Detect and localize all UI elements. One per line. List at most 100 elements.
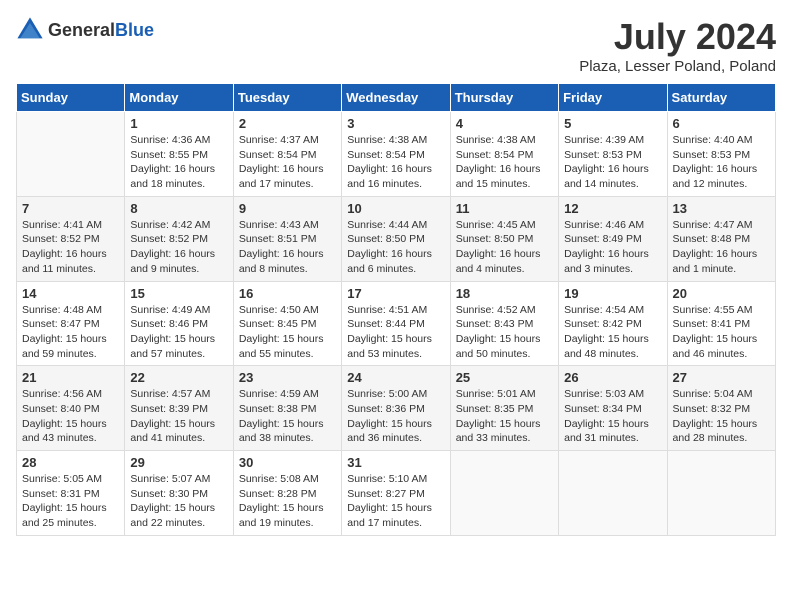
day-info: Sunrise: 5:10 AM Sunset: 8:27 PM Dayligh… bbox=[347, 472, 444, 531]
day-header-sunday: Sunday bbox=[17, 84, 125, 112]
day-info: Sunrise: 4:42 AM Sunset: 8:52 PM Dayligh… bbox=[130, 218, 227, 277]
day-number: 6 bbox=[673, 116, 770, 131]
day-info: Sunrise: 4:47 AM Sunset: 8:48 PM Dayligh… bbox=[673, 218, 770, 277]
calendar-week-row: 28 Sunrise: 5:05 AM Sunset: 8:31 PM Dayli… bbox=[17, 451, 776, 536]
calendar-cell: 23 Sunrise: 4:59 AM Sunset: 8:38 PM Dayli… bbox=[233, 366, 341, 451]
day-number: 8 bbox=[130, 201, 227, 216]
day-info: Sunrise: 4:54 AM Sunset: 8:42 PM Dayligh… bbox=[564, 303, 661, 362]
calendar-cell: 20Sunrise: 4:55 AM Sunset: 8:41 PM Dayli… bbox=[667, 281, 775, 366]
calendar-cell: 29 Sunrise: 5:07 AM Sunset: 8:30 PM Dayli… bbox=[125, 451, 233, 536]
calendar-week-row: 14 Sunrise: 4:48 AM Sunset: 8:47 PM Dayli… bbox=[17, 281, 776, 366]
day-number: 2 bbox=[239, 116, 336, 131]
day-number: 29 bbox=[130, 455, 227, 470]
day-number: 31 bbox=[347, 455, 444, 470]
day-info: Sunrise: 4:36 AM Sunset: 8:55 PM Dayligh… bbox=[130, 133, 227, 192]
calendar-cell bbox=[559, 451, 667, 536]
logo-blue: Blue bbox=[115, 20, 154, 40]
day-info: Sunrise: 4:45 AM Sunset: 8:50 PM Dayligh… bbox=[456, 218, 553, 277]
day-info: Sunrise: 4:59 AM Sunset: 8:38 PM Dayligh… bbox=[239, 387, 336, 446]
day-info: Sunrise: 5:03 AM Sunset: 8:34 PM Dayligh… bbox=[564, 387, 661, 446]
day-info: Sunrise: 4:51 AM Sunset: 8:44 PM Dayligh… bbox=[347, 303, 444, 362]
calendar-header-row: SundayMondayTuesdayWednesdayThursdayFrid… bbox=[17, 84, 776, 112]
logo-text: GeneralBlue bbox=[48, 20, 154, 41]
day-info: Sunrise: 4:37 AM Sunset: 8:54 PM Dayligh… bbox=[239, 133, 336, 192]
day-number: 28 bbox=[22, 455, 119, 470]
day-info: Sunrise: 4:48 AM Sunset: 8:47 PM Dayligh… bbox=[22, 303, 119, 362]
logo-general: General bbox=[48, 20, 115, 40]
calendar-cell: 17 Sunrise: 4:51 AM Sunset: 8:44 PM Dayli… bbox=[342, 281, 450, 366]
calendar-cell: 25 Sunrise: 5:01 AM Sunset: 8:35 PM Dayli… bbox=[450, 366, 558, 451]
day-header-friday: Friday bbox=[559, 84, 667, 112]
day-info: Sunrise: 4:43 AM Sunset: 8:51 PM Dayligh… bbox=[239, 218, 336, 277]
location-title: Plaza, Lesser Poland, Poland bbox=[579, 58, 776, 75]
calendar-cell: 5 Sunrise: 4:39 AM Sunset: 8:53 PM Daylig… bbox=[559, 112, 667, 197]
day-header-thursday: Thursday bbox=[450, 84, 558, 112]
day-number: 25 bbox=[456, 370, 553, 385]
day-number: 10 bbox=[347, 201, 444, 216]
calendar-week-row: 7 Sunrise: 4:41 AM Sunset: 8:52 PM Daylig… bbox=[17, 196, 776, 281]
day-number: 11 bbox=[456, 201, 553, 216]
day-number: 21 bbox=[22, 370, 119, 385]
calendar-cell bbox=[450, 451, 558, 536]
day-info: Sunrise: 5:08 AM Sunset: 8:28 PM Dayligh… bbox=[239, 472, 336, 531]
day-info: Sunrise: 5:07 AM Sunset: 8:30 PM Dayligh… bbox=[130, 472, 227, 531]
calendar-cell: 14 Sunrise: 4:48 AM Sunset: 8:47 PM Dayli… bbox=[17, 281, 125, 366]
day-number: 16 bbox=[239, 286, 336, 301]
day-info: Sunrise: 4:40 AM Sunset: 8:53 PM Dayligh… bbox=[673, 133, 770, 192]
day-info: Sunrise: 4:39 AM Sunset: 8:53 PM Dayligh… bbox=[564, 133, 661, 192]
day-number: 23 bbox=[239, 370, 336, 385]
day-number: 5 bbox=[564, 116, 661, 131]
calendar-cell: 4Sunrise: 4:38 AM Sunset: 8:54 PM Daylig… bbox=[450, 112, 558, 197]
calendar-cell: 24Sunrise: 5:00 AM Sunset: 8:36 PM Dayli… bbox=[342, 366, 450, 451]
day-info: Sunrise: 5:05 AM Sunset: 8:31 PM Dayligh… bbox=[22, 472, 119, 531]
calendar-cell: 7 Sunrise: 4:41 AM Sunset: 8:52 PM Daylig… bbox=[17, 196, 125, 281]
day-number: 14 bbox=[22, 286, 119, 301]
day-number: 22 bbox=[130, 370, 227, 385]
logo-icon bbox=[16, 16, 44, 44]
day-number: 12 bbox=[564, 201, 661, 216]
day-number: 7 bbox=[22, 201, 119, 216]
calendar-cell: 9 Sunrise: 4:43 AM Sunset: 8:51 PM Daylig… bbox=[233, 196, 341, 281]
calendar-cell: 30 Sunrise: 5:08 AM Sunset: 8:28 PM Dayli… bbox=[233, 451, 341, 536]
day-number: 1 bbox=[130, 116, 227, 131]
day-number: 13 bbox=[673, 201, 770, 216]
calendar-cell: 15Sunrise: 4:49 AM Sunset: 8:46 PM Dayli… bbox=[125, 281, 233, 366]
calendar-cell: 31 Sunrise: 5:10 AM Sunset: 8:27 PM Dayli… bbox=[342, 451, 450, 536]
calendar-table: SundayMondayTuesdayWednesdayThursdayFrid… bbox=[16, 83, 776, 536]
day-info: Sunrise: 4:44 AM Sunset: 8:50 PM Dayligh… bbox=[347, 218, 444, 277]
calendar-cell bbox=[667, 451, 775, 536]
calendar-week-row: 1 Sunrise: 4:36 AM Sunset: 8:55 PM Daylig… bbox=[17, 112, 776, 197]
calendar-cell: 8 Sunrise: 4:42 AM Sunset: 8:52 PM Daylig… bbox=[125, 196, 233, 281]
calendar-cell: 16 Sunrise: 4:50 AM Sunset: 8:45 PM Dayli… bbox=[233, 281, 341, 366]
day-info: Sunrise: 4:56 AM Sunset: 8:40 PM Dayligh… bbox=[22, 387, 119, 446]
day-info: Sunrise: 4:38 AM Sunset: 8:54 PM Dayligh… bbox=[347, 133, 444, 192]
page-header: GeneralBlue July 2024 Plaza, Lesser Pola… bbox=[16, 16, 776, 75]
calendar-cell: 2 Sunrise: 4:37 AM Sunset: 8:54 PM Daylig… bbox=[233, 112, 341, 197]
day-number: 9 bbox=[239, 201, 336, 216]
day-number: 3 bbox=[347, 116, 444, 131]
day-header-wednesday: Wednesday bbox=[342, 84, 450, 112]
month-title: July 2024 bbox=[579, 16, 776, 58]
calendar-cell: 18 Sunrise: 4:52 AM Sunset: 8:43 PM Dayli… bbox=[450, 281, 558, 366]
day-info: Sunrise: 4:50 AM Sunset: 8:45 PM Dayligh… bbox=[239, 303, 336, 362]
day-info: Sunrise: 4:41 AM Sunset: 8:52 PM Dayligh… bbox=[22, 218, 119, 277]
day-number: 17 bbox=[347, 286, 444, 301]
calendar-cell: 26Sunrise: 5:03 AM Sunset: 8:34 PM Dayli… bbox=[559, 366, 667, 451]
calendar-cell: 1 Sunrise: 4:36 AM Sunset: 8:55 PM Daylig… bbox=[125, 112, 233, 197]
calendar-cell: 13 Sunrise: 4:47 AM Sunset: 8:48 PM Dayli… bbox=[667, 196, 775, 281]
calendar-cell: 11 Sunrise: 4:45 AM Sunset: 8:50 PM Dayli… bbox=[450, 196, 558, 281]
calendar-cell: 21 Sunrise: 4:56 AM Sunset: 8:40 PM Dayli… bbox=[17, 366, 125, 451]
day-info: Sunrise: 4:52 AM Sunset: 8:43 PM Dayligh… bbox=[456, 303, 553, 362]
day-number: 30 bbox=[239, 455, 336, 470]
day-info: Sunrise: 5:04 AM Sunset: 8:32 PM Dayligh… bbox=[673, 387, 770, 446]
calendar-cell: 28 Sunrise: 5:05 AM Sunset: 8:31 PM Dayli… bbox=[17, 451, 125, 536]
day-header-monday: Monday bbox=[125, 84, 233, 112]
day-number: 24 bbox=[347, 370, 444, 385]
day-info: Sunrise: 4:55 AM Sunset: 8:41 PM Dayligh… bbox=[673, 303, 770, 362]
day-info: Sunrise: 5:01 AM Sunset: 8:35 PM Dayligh… bbox=[456, 387, 553, 446]
day-number: 4 bbox=[456, 116, 553, 131]
day-number: 18 bbox=[456, 286, 553, 301]
day-number: 19 bbox=[564, 286, 661, 301]
calendar-cell: 3 Sunrise: 4:38 AM Sunset: 8:54 PM Daylig… bbox=[342, 112, 450, 197]
calendar-cell: 10 Sunrise: 4:44 AM Sunset: 8:50 PM Dayli… bbox=[342, 196, 450, 281]
